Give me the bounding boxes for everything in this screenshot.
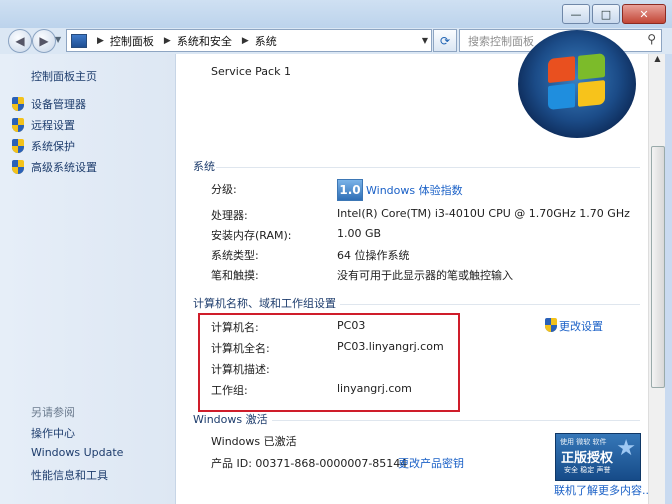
chevron-right-icon[interactable]: ▶	[242, 36, 249, 46]
close-button[interactable]: ✕	[622, 4, 666, 24]
breadcrumb-control-panel[interactable]: 控制面板	[110, 33, 154, 49]
action-center-link[interactable]: 操作中心	[31, 425, 75, 441]
breadcrumb-system[interactable]: 系统	[255, 33, 277, 49]
address-bar[interactable]: ▶ 控制面板 ▶ 系统和安全 ▶ 系统 ▼	[66, 29, 432, 52]
scroll-thumb[interactable]	[651, 146, 665, 388]
computer-name-heading: 计算机名称、域和工作组设置	[193, 297, 336, 310]
window-controls: — □ ✕	[560, 4, 666, 24]
sidebar-item-label: 高级系统设置	[31, 161, 97, 174]
search-icon[interactable]: ⚲	[647, 32, 656, 46]
system-window: — □ ✕ ◀ ▶ ▼ ▶ 控制面板 ▶ 系统和安全 ▶ 系统 ▼ ⟳ 搜索控制…	[0, 0, 672, 504]
control-panel-home-link[interactable]: 控制面板主页	[31, 68, 97, 84]
pen-touch-value: 没有可用于此显示器的笔或触控输入	[337, 269, 513, 282]
shield-icon	[545, 318, 557, 332]
genuine-subtitle: 安全 稳定 声誉	[564, 466, 611, 474]
vertical-scrollbar[interactable]: ▲	[648, 54, 666, 504]
scroll-up-icon[interactable]: ▲	[649, 54, 666, 68]
left-pane: 控制面板主页 设备管理器 远程设置 系统保护 高级系统设置 另请参阅 操作中心 …	[0, 54, 176, 504]
sidebar-item-label: 远程设置	[31, 119, 75, 132]
title-bar: — □ ✕	[0, 0, 672, 28]
shield-icon	[12, 139, 24, 153]
divider	[272, 420, 640, 421]
change-settings-link[interactable]: 更改设置	[559, 318, 603, 334]
windows-logo	[518, 30, 636, 138]
chevron-right-icon[interactable]: ▶	[164, 36, 171, 46]
back-arrow-icon[interactable]: ◀	[8, 29, 32, 53]
sidebar-item-device-manager[interactable]: 设备管理器	[12, 96, 86, 112]
sidebar-item-label: 设备管理器	[31, 98, 86, 111]
ram-value: 1.00 GB	[337, 227, 382, 240]
activation-status: Windows 已激活	[211, 435, 297, 448]
search-placeholder: 搜索控制面板	[468, 34, 534, 48]
shield-icon	[12, 97, 24, 111]
genuine-title: 正版授权	[561, 451, 614, 466]
address-dropdown-icon[interactable]: ▼	[422, 36, 428, 45]
change-product-key-link[interactable]: 更改产品密钥	[398, 455, 464, 471]
wei-score-badge[interactable]: 1.0	[337, 179, 363, 201]
product-id: 产品 ID: 00371-868-0000007-85144	[211, 457, 408, 470]
chevron-right-icon[interactable]: ▶	[97, 36, 104, 46]
sidebar-item-system-protection[interactable]: 系统保护	[12, 138, 75, 154]
windows-flag-icon	[548, 53, 606, 111]
divider	[340, 304, 640, 305]
maximize-button[interactable]: □	[592, 4, 620, 24]
system-section-heading: 系统	[193, 160, 215, 173]
recent-pages-dropdown[interactable]: ▼	[55, 35, 61, 44]
wei-link[interactable]: Windows 体验指数	[366, 182, 463, 198]
learn-more-link[interactable]: 联机了解更多内容...	[554, 482, 653, 498]
performance-tools-link[interactable]: 性能信息和工具	[31, 467, 108, 483]
processor-label: 处理器:	[211, 209, 248, 222]
sidebar-item-advanced-settings[interactable]: 高级系统设置	[12, 159, 97, 175]
genuine-badge[interactable]: 使用 微软 软件 正版授权 安全 稳定 声誉 ★	[555, 433, 641, 481]
windows-update-link[interactable]: Windows Update	[31, 446, 123, 459]
breadcrumb-system-security[interactable]: 系统和安全	[177, 33, 232, 49]
window-border	[665, 54, 672, 504]
minimize-button[interactable]: —	[562, 4, 590, 24]
pen-touch-label: 笔和触摸:	[211, 269, 259, 282]
processor-value: Intel(R) Core(TM) i3-4010U CPU @ 1.70GHz…	[337, 207, 630, 220]
see-also-heading: 另请参阅	[31, 406, 75, 419]
genuine-small-text: 使用 微软 软件	[560, 438, 607, 446]
sidebar-item-remote-settings[interactable]: 远程设置	[12, 117, 75, 133]
star-icon: ★	[616, 436, 636, 461]
ram-label: 安装内存(RAM):	[211, 229, 292, 242]
rating-label: 分级:	[211, 183, 237, 196]
highlight-box	[198, 313, 460, 412]
control-panel-icon	[71, 33, 87, 48]
sidebar-item-label: 系统保护	[31, 140, 75, 153]
service-pack: Service Pack 1	[211, 65, 291, 78]
activation-heading: Windows 激活	[193, 413, 268, 426]
divider	[216, 167, 640, 168]
system-type-label: 系统类型:	[211, 249, 259, 262]
refresh-icon[interactable]: ⟳	[433, 29, 457, 52]
system-type-value: 64 位操作系统	[337, 249, 410, 262]
forward-arrow-icon[interactable]: ▶	[32, 29, 56, 53]
shield-icon	[12, 118, 24, 132]
shield-icon	[12, 160, 24, 174]
